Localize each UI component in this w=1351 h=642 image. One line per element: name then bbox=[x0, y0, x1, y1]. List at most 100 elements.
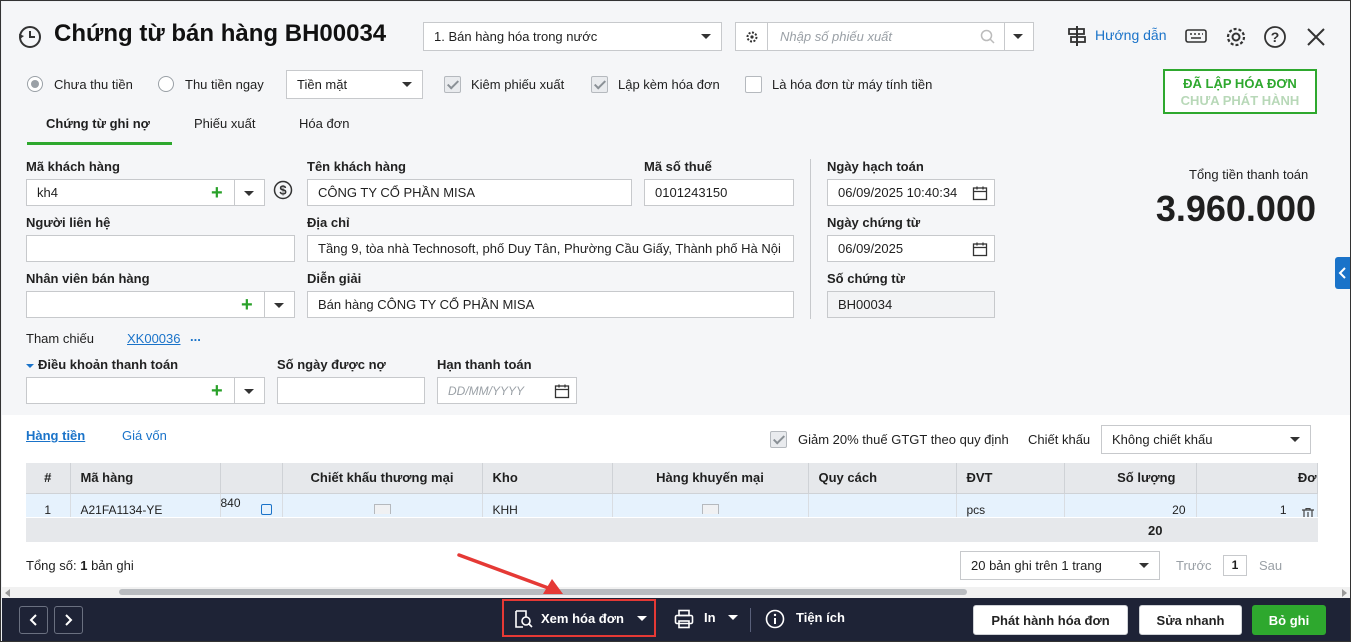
table-row[interactable]: 1 A21FA1134-YE 840 KHH pcs 20 1 bbox=[26, 493, 1318, 517]
customer-code-input[interactable]: kh4 bbox=[26, 179, 265, 206]
tab-invoice[interactable]: Hóa đơn bbox=[299, 116, 349, 131]
payment-terms-input[interactable] bbox=[26, 377, 265, 404]
next-page-button[interactable]: Sau bbox=[1259, 558, 1282, 573]
page-size-select[interactable]: 20 bản ghi trên 1 trang bbox=[960, 551, 1160, 580]
radio-unpaid[interactable] bbox=[27, 76, 43, 92]
payment-method-select[interactable]: Tiền mặt bbox=[286, 70, 423, 99]
gear-icon[interactable] bbox=[736, 23, 768, 50]
description-input[interactable]: Bán hàng CÔNG TY CỔ PHẦN MISA bbox=[307, 291, 794, 318]
contact-input[interactable] bbox=[26, 235, 295, 262]
tax-code-value: 0101243150 bbox=[655, 185, 728, 200]
total-label: Tổng tiền thanh toán bbox=[1189, 167, 1309, 182]
prev-record-button[interactable] bbox=[19, 606, 48, 634]
chevron-down-icon[interactable] bbox=[728, 615, 738, 620]
customer-name-input[interactable]: CÔNG TY CỔ PHẦN MISA bbox=[307, 179, 632, 206]
col-header-quantity[interactable]: Số lượng bbox=[1064, 463, 1197, 494]
scroll-left-arrow[interactable] bbox=[5, 589, 10, 597]
footer-toolbar: Xem hóa đơn In Tiện ích Phát hành hóa đơ… bbox=[2, 598, 1350, 641]
col-header-spec[interactable]: Quy cách bbox=[808, 463, 957, 494]
history-icon[interactable] bbox=[16, 23, 44, 51]
row-price[interactable]: 1 bbox=[1196, 493, 1318, 517]
voucher-no-input[interactable]: BH00034 bbox=[827, 291, 995, 318]
discount-select[interactable]: Không chiết khấu bbox=[1101, 425, 1311, 454]
tab-debit-voucher[interactable]: Chứng từ ghi nợ bbox=[46, 116, 150, 131]
view-invoice-button[interactable]: Xem hóa đơn bbox=[502, 599, 656, 637]
credit-days-input[interactable] bbox=[277, 377, 425, 404]
row-promotion[interactable] bbox=[612, 493, 809, 517]
tax-code-input[interactable]: 0101243150 bbox=[644, 179, 794, 206]
chevron-left-icon bbox=[1338, 267, 1346, 279]
chevron-down-icon[interactable] bbox=[637, 616, 647, 621]
chevron-down-icon[interactable] bbox=[274, 303, 284, 308]
delivery-search-box[interactable]: Nhập số phiếu xuất bbox=[735, 22, 1034, 51]
add-customer-icon[interactable]: + bbox=[211, 183, 223, 203]
address-input[interactable]: Tầng 9, tòa nhà Technosoft, phố Duy Tân,… bbox=[307, 235, 794, 262]
chevron-down-icon[interactable] bbox=[244, 191, 254, 196]
row-unit[interactable]: pcs bbox=[956, 493, 1065, 517]
chevron-down-icon[interactable] bbox=[1013, 34, 1023, 39]
calendar-icon[interactable] bbox=[970, 183, 990, 203]
voucher-type-select[interactable]: 1. Bán hàng hóa trong nước bbox=[423, 22, 722, 51]
keyboard-icon[interactable] bbox=[1184, 25, 1208, 49]
invoice-checkbox-label: Lập kèm hóa đơn bbox=[618, 77, 720, 92]
open-item-icon[interactable] bbox=[260, 503, 272, 515]
current-page[interactable]: 1 bbox=[1223, 555, 1247, 576]
quick-edit-button[interactable]: Sửa nhanh bbox=[1139, 605, 1242, 635]
horizontal-scrollbar[interactable] bbox=[2, 587, 1350, 598]
salesperson-input[interactable] bbox=[26, 291, 295, 318]
col-header-unit[interactable]: ĐVT bbox=[956, 463, 1065, 494]
cash-register-checkbox[interactable] bbox=[745, 76, 762, 93]
chevron-down-icon[interactable] bbox=[244, 389, 254, 394]
tab-delivery[interactable]: Phiếu xuất bbox=[194, 116, 255, 131]
add-salesperson-icon[interactable]: + bbox=[241, 295, 253, 315]
tab-goods-money[interactable]: Hàng tiền bbox=[26, 428, 85, 443]
search-icon[interactable] bbox=[978, 27, 998, 47]
col-header-trade-discount[interactable]: Chiết khấu thương mại bbox=[282, 463, 483, 494]
row-spec[interactable] bbox=[808, 493, 957, 517]
delete-row-icon[interactable] bbox=[1301, 507, 1315, 517]
calendar-icon[interactable] bbox=[552, 381, 572, 401]
posting-date-label: Ngày hạch toán bbox=[827, 159, 924, 174]
guide-icon[interactable] bbox=[1065, 24, 1089, 48]
cancel-post-button[interactable]: Bỏ ghi bbox=[1252, 605, 1326, 635]
search-input[interactable]: Nhập số phiếu xuất bbox=[780, 29, 892, 44]
issue-invoice-button[interactable]: Phát hành hóa đơn bbox=[973, 605, 1128, 635]
promotion-checkbox[interactable] bbox=[701, 504, 719, 514]
invoice-checkbox[interactable] bbox=[591, 76, 608, 93]
help-link[interactable]: Hướng dẫn bbox=[1095, 27, 1166, 43]
next-record-button[interactable] bbox=[54, 606, 83, 634]
dollar-icon[interactable]: $ bbox=[272, 179, 294, 201]
chevron-down-icon bbox=[1139, 563, 1149, 568]
print-button[interactable]: In bbox=[670, 602, 742, 634]
col-header-price[interactable]: Đơ bbox=[1196, 463, 1318, 494]
utilities-button[interactable]: Tiện ích bbox=[762, 602, 862, 634]
tab-cost[interactable]: Giá vốn bbox=[122, 428, 167, 443]
close-icon[interactable] bbox=[1303, 24, 1329, 50]
question-icon[interactable]: ? bbox=[1262, 24, 1288, 50]
col-header-promotion[interactable]: Hàng khuyến mại bbox=[612, 463, 809, 494]
prev-page-button[interactable]: Trước bbox=[1176, 558, 1212, 573]
scroll-right-arrow[interactable] bbox=[1342, 589, 1347, 597]
reference-link[interactable]: XK00036 bbox=[127, 331, 181, 346]
settings-icon[interactable] bbox=[1223, 24, 1249, 50]
row-quantity[interactable]: 20 bbox=[1064, 493, 1197, 517]
radio-paid[interactable] bbox=[158, 76, 174, 92]
calendar-icon[interactable] bbox=[970, 239, 990, 259]
tax-code-label: Mã số thuế bbox=[644, 159, 712, 174]
row-warehouse[interactable]: KHH bbox=[482, 493, 613, 517]
vat-reduction-checkbox[interactable] bbox=[770, 431, 787, 448]
row-trade-discount[interactable] bbox=[282, 493, 483, 517]
row-item-code[interactable]: A21FA1134-YE bbox=[70, 493, 221, 517]
add-payment-term-icon[interactable]: + bbox=[211, 381, 223, 401]
row-index: 1 bbox=[26, 493, 71, 517]
voucher-date-label: Ngày chứng từ bbox=[827, 215, 921, 230]
col-header-warehouse[interactable]: Kho bbox=[482, 463, 613, 494]
delivery-checkbox[interactable] bbox=[444, 76, 461, 93]
side-panel-toggle[interactable] bbox=[1335, 257, 1350, 289]
collapse-caret-icon[interactable] bbox=[26, 364, 34, 368]
row-extra-value: 840 bbox=[220, 495, 241, 510]
trade-discount-checkbox[interactable] bbox=[373, 504, 391, 514]
col-header-item-code[interactable]: Mã hàng bbox=[70, 463, 221, 494]
reference-more[interactable]: ... bbox=[190, 329, 201, 344]
col-header-blank bbox=[220, 463, 283, 494]
